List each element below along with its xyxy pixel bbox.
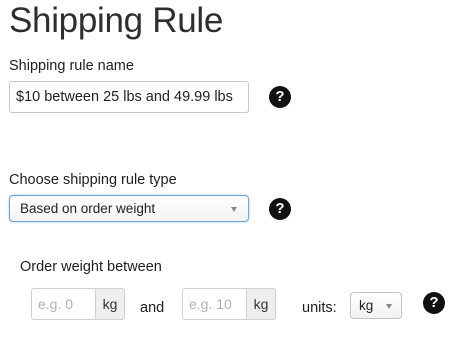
page-title: Shipping Rule <box>9 1 224 40</box>
weight-range-help-icon[interactable]: ? <box>423 292 445 314</box>
min-weight-input[interactable] <box>31 288 96 320</box>
rule-type-label: Choose shipping rule type <box>9 172 177 188</box>
weight-range-label: Order weight between <box>20 259 162 275</box>
min-weight-unit-addon: kg <box>96 288 125 320</box>
rule-type-select[interactable]: Based on order weight <box>9 195 249 222</box>
rule-type-help-icon[interactable]: ? <box>269 198 291 220</box>
caret-down-icon <box>231 207 237 212</box>
rule-type-selected-value: Based on order weight <box>20 201 156 216</box>
rule-name-label: Shipping rule name <box>9 58 134 74</box>
units-select[interactable]: kg <box>350 292 402 319</box>
units-selected-value: kg <box>359 298 374 313</box>
caret-down-icon <box>386 304 392 309</box>
rule-name-help-icon[interactable]: ? <box>269 86 291 108</box>
rule-name-input[interactable]: $10 between 25 lbs and 49.99 lbs <box>9 81 249 113</box>
weight-range-connector: and <box>140 300 165 316</box>
max-weight-input[interactable] <box>182 288 247 320</box>
max-weight-unit-addon: kg <box>247 288 276 320</box>
rule-name-value: $10 between 25 lbs and 49.99 lbs <box>16 89 233 105</box>
units-label: units: <box>302 300 337 316</box>
